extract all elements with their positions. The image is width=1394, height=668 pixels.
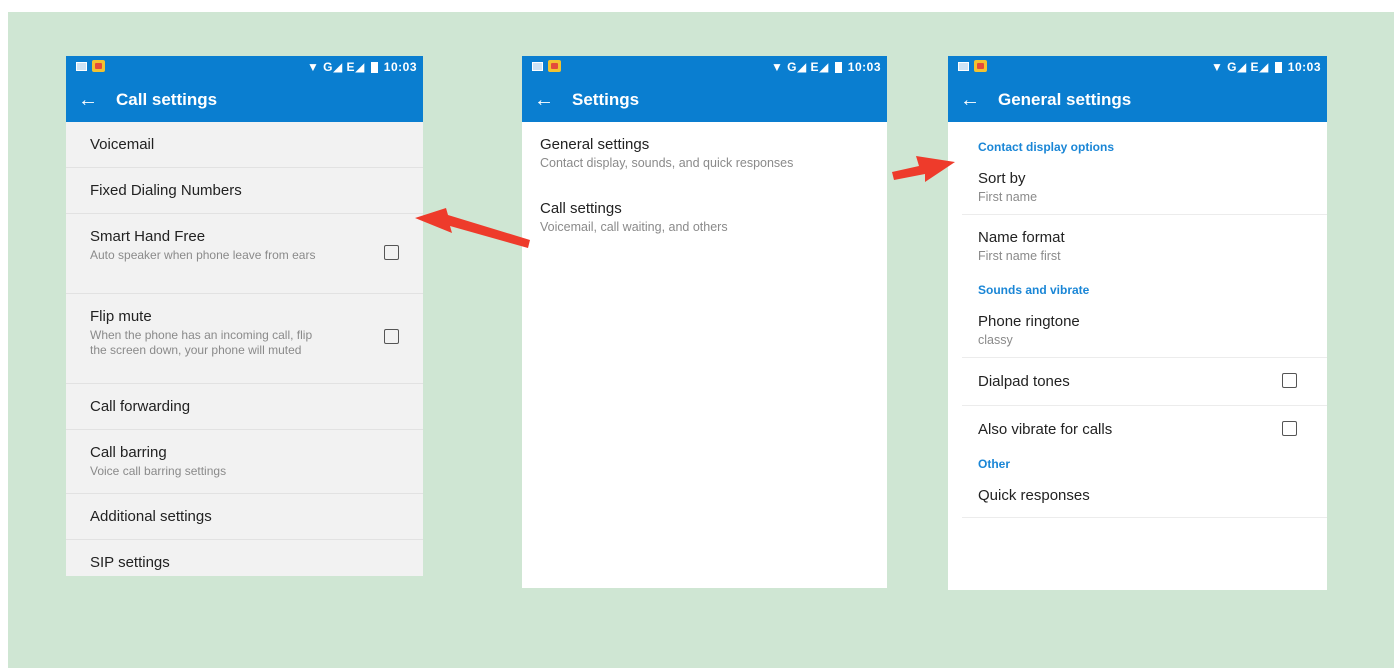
section-header-sounds: Sounds and vibrate [978, 283, 1090, 297]
item-title: Quick responses [978, 487, 1090, 504]
item-title: Voicemail [90, 136, 155, 153]
battery-icon [370, 61, 378, 73]
item-title: Fixed Dialing Numbers [90, 182, 242, 199]
status-bar: ▼ G◢ E◢ 10:03 [522, 56, 887, 78]
item-subtitle: classy [978, 333, 1013, 347]
list-item-general-settings[interactable]: General settings Contact display, sounds… [522, 122, 887, 186]
screenshot-icon [532, 61, 543, 71]
list-item-smart-hand-free[interactable]: Smart Hand Free Auto speaker when phone … [66, 214, 423, 294]
app-bar: ← Call settings [66, 78, 423, 122]
call-settings-list: Voicemail Fixed Dialing Numbers Smart Ha… [66, 122, 423, 576]
item-title: Call barring [90, 444, 167, 461]
item-subtitle: Contact display, sounds, and quick respo… [540, 156, 794, 170]
section-header-contact-display: Contact display options [978, 140, 1115, 154]
general-settings-list: Contact display options Sort by First na… [948, 122, 1327, 590]
item-title: General settings [540, 136, 650, 153]
list-item-additional-settings[interactable]: Additional settings [66, 494, 423, 540]
phone-settings: ▼ G◢ E◢ 10:03 ← Settings General setting… [522, 56, 887, 588]
list-item-sip-settings[interactable]: SIP settings [66, 540, 423, 576]
signal-icon: ▼ G◢ E◢ [770, 60, 829, 74]
flip-mute-checkbox[interactable] [384, 329, 399, 344]
divider [962, 517, 1327, 518]
list-item-vibrate-for-calls[interactable]: Also vibrate for calls [948, 406, 1327, 453]
status-time: 10:03 [1287, 60, 1321, 74]
signal-icon: ▼ G◢ E◢ [1210, 60, 1269, 74]
item-title: Smart Hand Free [90, 228, 206, 245]
signal-icon: ▼ G◢ E◢ [306, 60, 365, 74]
status-bar: ▼ G◢ E◢ 10:03 [948, 56, 1327, 78]
item-title: Call settings [540, 200, 622, 217]
item-subtitle: First name first [978, 249, 1061, 263]
item-subtitle: Voicemail, call waiting, and others [540, 220, 728, 234]
dialpad-tones-checkbox[interactable] [1282, 373, 1297, 388]
item-title: Also vibrate for calls [978, 421, 1113, 438]
list-item-voicemail[interactable]: Voicemail [66, 122, 423, 168]
list-item-phone-ringtone[interactable]: Phone ringtone classy [948, 297, 1327, 357]
screenshot-icon [958, 61, 969, 71]
app-bar: ← Settings [522, 78, 887, 122]
list-item-flip-mute[interactable]: Flip mute When the phone has an incoming… [66, 294, 423, 384]
item-title: SIP settings [90, 554, 170, 571]
phone-call-settings: ▼ G◢ E◢ 10:03 ← Call settings Voicemail … [66, 56, 423, 576]
app-bar: ← General settings [948, 78, 1327, 122]
list-item-dialpad-tones[interactable]: Dialpad tones [948, 358, 1327, 405]
page-title: General settings [998, 90, 1132, 109]
phone-general-settings: ▼ G◢ E◢ 10:03 ← General settings Contact… [948, 56, 1327, 590]
list-item-sort-by[interactable]: Sort by First name [948, 154, 1327, 214]
back-arrow-icon[interactable]: ← [66, 78, 110, 122]
status-time: 10:03 [847, 60, 881, 74]
screenshot-icon [76, 61, 87, 71]
status-bar: ▼ G◢ E◢ 10:03 [66, 56, 423, 78]
photo-icon [974, 60, 987, 72]
item-title: Phone ringtone [978, 313, 1080, 330]
page-title: Call settings [116, 90, 218, 109]
item-title: Flip mute [90, 308, 152, 325]
item-subtitle: Voice call barring settings [90, 464, 227, 478]
smart-hand-free-checkbox[interactable] [384, 245, 399, 260]
item-subtitle: When the phone has an incoming call, fli… [90, 328, 313, 357]
list-item-call-barring[interactable]: Call barring Voice call barring settings [66, 430, 423, 494]
back-arrow-icon[interactable]: ← [948, 78, 992, 122]
list-item-quick-responses[interactable]: Quick responses [948, 471, 1327, 517]
item-subtitle: First name [978, 190, 1038, 204]
item-title: Additional settings [90, 508, 212, 525]
page-title: Settings [572, 90, 640, 109]
back-arrow-icon[interactable]: ← [522, 78, 566, 122]
item-subtitle: Auto speaker when phone leave from ears [90, 248, 316, 262]
list-item-call-forwarding[interactable]: Call forwarding [66, 384, 423, 430]
item-title: Call forwarding [90, 398, 191, 415]
list-item-call-settings[interactable]: Call settings Voicemail, call waiting, a… [522, 186, 887, 250]
photo-icon [548, 60, 561, 72]
list-item-fixed-dialing[interactable]: Fixed Dialing Numbers [66, 168, 423, 214]
item-title: Sort by [978, 170, 1026, 187]
item-title: Name format [978, 229, 1065, 246]
section-header-other: Other [978, 457, 1011, 471]
battery-icon [1274, 61, 1282, 73]
status-time: 10:03 [383, 60, 417, 74]
battery-icon [834, 61, 842, 73]
photo-icon [92, 60, 105, 72]
list-item-name-format[interactable]: Name format First name first [948, 215, 1327, 279]
item-title: Dialpad tones [978, 373, 1070, 390]
vibrate-for-calls-checkbox[interactable] [1282, 421, 1297, 436]
settings-list: General settings Contact display, sounds… [522, 122, 887, 588]
